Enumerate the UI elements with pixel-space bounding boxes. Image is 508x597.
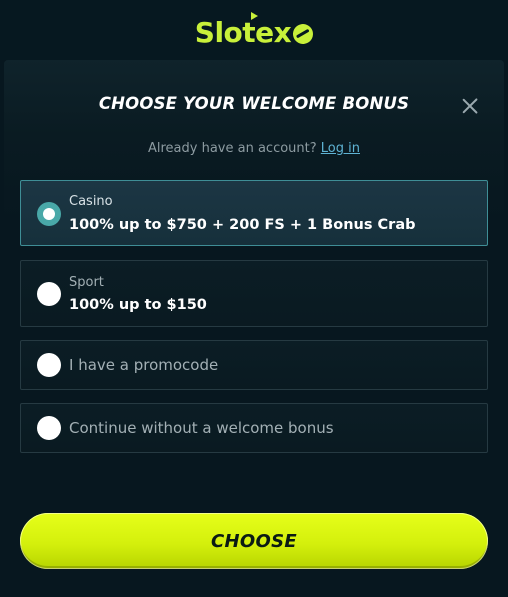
option-category: Sport xyxy=(69,275,104,290)
radio-checked-icon[interactable] xyxy=(37,202,61,226)
option-label: Continue without a welcome bonus xyxy=(69,419,334,437)
option-promocode[interactable]: I have a promocode xyxy=(20,340,488,390)
radio-unchecked-icon[interactable] xyxy=(37,416,61,440)
logo-text: Slotex xyxy=(194,15,292,49)
radio-unchecked-icon[interactable] xyxy=(37,353,61,377)
option-no-bonus[interactable]: Continue without a welcome bonus xyxy=(20,403,488,453)
logo-play-icon xyxy=(250,11,258,20)
welcome-bonus-modal: CHOOSE YOUR WELCOME BONUS Already have a… xyxy=(4,60,504,597)
option-offer: 100% up to $750 + 200 FS + 1 Bonus Crab xyxy=(69,217,416,233)
top-bar: Slotex xyxy=(0,0,508,60)
login-link[interactable]: Log in xyxy=(321,141,360,156)
radio-unchecked-icon[interactable] xyxy=(37,282,61,306)
option-sport[interactable]: Sport 100% up to $150 xyxy=(20,260,488,327)
option-label: I have a promocode xyxy=(69,356,219,374)
login-prompt-text: Already have an account? xyxy=(147,141,317,156)
option-offer: 100% up to $150 xyxy=(69,297,207,313)
close-icon[interactable] xyxy=(460,96,480,116)
modal-title: CHOOSE YOUR WELCOME BONUS xyxy=(98,94,410,113)
choose-button[interactable]: CHOOSE xyxy=(20,513,488,569)
login-prompt: Already have an account? Log in xyxy=(4,141,504,156)
logo-ball-icon xyxy=(289,20,317,48)
option-casino[interactable]: Casino 100% up to $750 + 200 FS + 1 Bonu… xyxy=(20,180,488,246)
choose-button-label: CHOOSE xyxy=(211,530,297,552)
option-category: Casino xyxy=(69,194,113,209)
brand-logo[interactable]: Slotex xyxy=(194,11,317,49)
